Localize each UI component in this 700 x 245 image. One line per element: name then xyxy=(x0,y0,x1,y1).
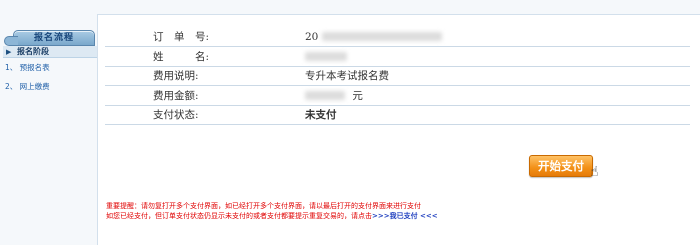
fee-description-value: 专升本考试报名费 xyxy=(305,66,690,86)
table-row: 订 单 号: 20 xyxy=(105,27,690,47)
table-row: 姓 名: xyxy=(105,46,690,67)
table-row: 支付状态: 未支付 xyxy=(105,105,690,125)
notice-line-2: 如您已经支付，但订单支付状态仍显示未支付的或者支付都要提示重复交易的，请点击>>… xyxy=(106,211,666,221)
redacted-block xyxy=(321,32,442,41)
table-row: 费用说明: 专升本考试报名费 xyxy=(105,66,690,86)
start-payment-button[interactable]: 开始支付 xyxy=(529,155,593,177)
fee-description-label: 费用说明: xyxy=(105,66,305,86)
notice-line-2-text: 如您已经支付，但订单支付状态仍显示未支付的或者支付都要提示重复交易的，请点击 xyxy=(106,212,372,220)
redacted-block xyxy=(305,51,347,61)
main-panel: 订 单 号: 20 姓 名: 费用说明: 专升本考试报名费 费用金额: 元 支付… xyxy=(97,14,700,245)
sidebar-tab-registration-process[interactable]: 报名流程 xyxy=(4,30,95,46)
sidebar-section-registration-stage[interactable]: ▶ 报名阶段 xyxy=(3,46,97,58)
name-label: 姓 名: xyxy=(105,46,305,67)
table-row: 费用金额: 元 xyxy=(105,85,690,106)
sidebar-item-pre-registration[interactable]: 1、 预报名表 xyxy=(5,63,50,73)
sidebar-item-online-payment[interactable]: 2、 网上缴费 xyxy=(5,82,50,92)
tab-curl-decoration xyxy=(4,36,18,46)
already-paid-link[interactable]: >>>我已支付 <<< xyxy=(372,212,438,220)
fee-amount-value: 元 xyxy=(305,85,690,106)
order-number-label: 订 单 号: xyxy=(105,27,305,47)
order-info-table: 订 单 号: 20 姓 名: 费用说明: 专升本考试报名费 费用金额: 元 支付… xyxy=(105,27,690,125)
order-number-value: 20 xyxy=(305,27,690,47)
name-value xyxy=(305,46,690,67)
sidebar-section-label: 报名阶段 xyxy=(17,47,49,56)
sidebar-tab-label: 报名流程 xyxy=(33,33,74,43)
order-number-text: 20 xyxy=(305,30,319,43)
payment-status-value: 未支付 xyxy=(305,105,690,125)
fee-amount-unit: 元 xyxy=(352,89,363,102)
redacted-block xyxy=(305,91,345,101)
fee-amount-label: 费用金额: xyxy=(105,85,305,106)
hand-cursor-icon: ☝ xyxy=(590,164,599,180)
notice-line-1: 重要提醒：请勿复打开多个支付界面，如已经打开多个支付界面，请以最后打开的支付界面… xyxy=(106,202,421,210)
triangle-right-icon: ▶ xyxy=(6,48,12,56)
notice-text: 重要提醒：请勿复打开多个支付界面，如已经打开多个支付界面，请以最后打开的支付界面… xyxy=(106,201,666,221)
sidebar: 报名流程 ▶ 报名阶段 1、 预报名表 2、 网上缴费 xyxy=(0,0,97,245)
payment-status-label: 支付状态: xyxy=(105,105,305,125)
